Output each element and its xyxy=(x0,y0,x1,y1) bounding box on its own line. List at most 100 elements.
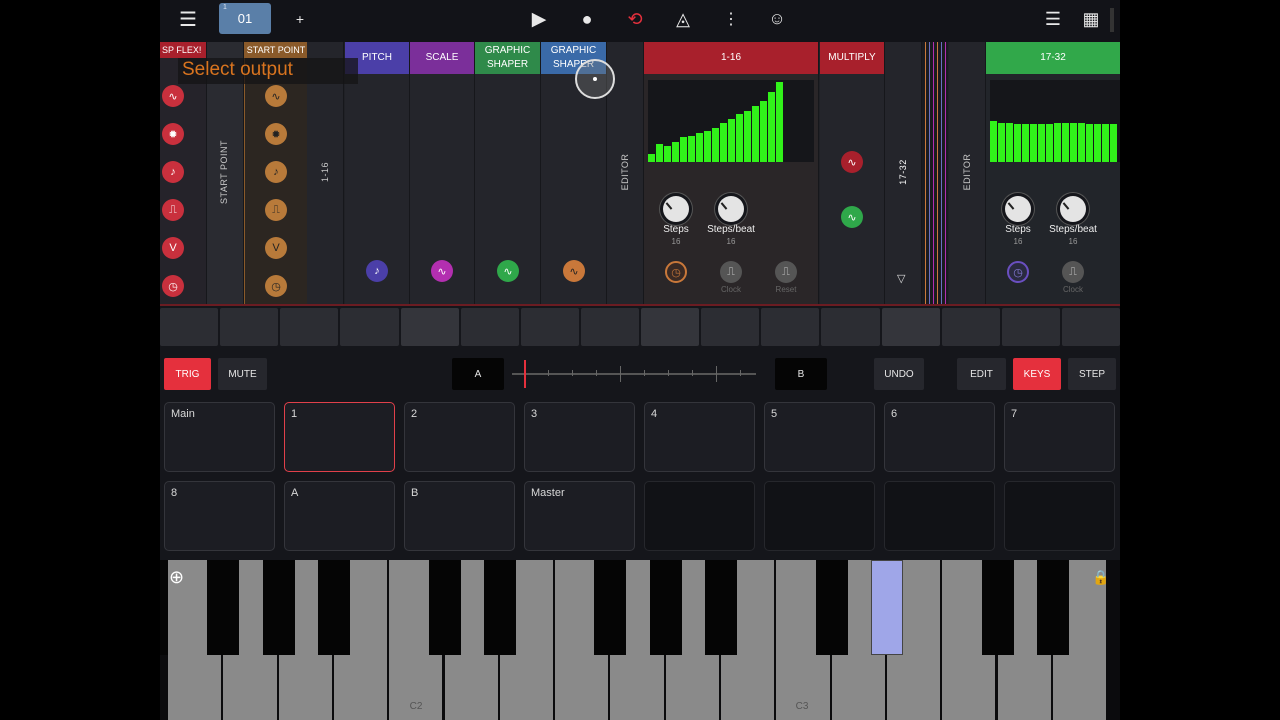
step-bar[interactable] xyxy=(752,106,759,162)
clock-output-icon[interactable]: ◷ xyxy=(265,275,287,297)
record-icon[interactable]: ● xyxy=(574,0,600,38)
black-key[interactable] xyxy=(705,560,737,655)
step-bar[interactable] xyxy=(712,127,719,162)
step-cell[interactable] xyxy=(460,308,519,346)
clock-pulse-icon[interactable]: ⎍ xyxy=(720,261,742,283)
pad-main[interactable]: Main xyxy=(164,402,275,472)
scene-b-button[interactable]: B xyxy=(775,358,827,390)
step-bar[interactable] xyxy=(1046,124,1053,162)
step-bar[interactable] xyxy=(1102,124,1109,162)
crossfader-handle[interactable] xyxy=(524,360,526,388)
step-cell[interactable] xyxy=(280,308,339,346)
step-bar[interactable] xyxy=(680,137,687,162)
black-key[interactable] xyxy=(649,560,682,655)
sine-output-icon[interactable]: ∿ xyxy=(497,260,519,282)
steps-per-beat-knob[interactable] xyxy=(718,196,744,222)
velocity-output-icon[interactable]: V xyxy=(265,237,287,259)
pad-empty[interactable] xyxy=(764,481,875,551)
step-bar[interactable] xyxy=(1086,124,1093,162)
clock-output-icon[interactable]: ◷ xyxy=(162,275,184,297)
black-key[interactable] xyxy=(483,560,516,655)
step-bar[interactable] xyxy=(1062,123,1069,162)
module-multiply[interactable]: MULTIPLY ∿ ∿ xyxy=(820,42,885,304)
step-bar[interactable] xyxy=(990,121,997,162)
black-key[interactable] xyxy=(262,560,295,655)
step-bar[interactable] xyxy=(1022,124,1029,162)
pad-8[interactable]: 8 xyxy=(164,481,275,551)
step-bar[interactable] xyxy=(1014,124,1021,162)
pad-4[interactable]: 4 xyxy=(644,402,755,472)
step-bar[interactable] xyxy=(672,141,679,162)
loop-icon[interactable]: ⟲ xyxy=(622,0,648,38)
steps-knob[interactable] xyxy=(663,196,689,222)
step-bar[interactable] xyxy=(648,153,655,162)
clock-input-icon[interactable]: ◷ xyxy=(665,261,687,283)
black-key[interactable] xyxy=(207,560,240,655)
note-output-icon[interactable]: ♪ xyxy=(265,161,287,183)
module-sequencer-1-16[interactable]: 1-16 Steps 16 Steps/beat 16 ◷ ⎍ Clock ⎍ … xyxy=(644,42,819,304)
black-key[interactable] xyxy=(1036,560,1069,655)
pad-6[interactable]: 6 xyxy=(884,402,995,472)
step-cell[interactable] xyxy=(1001,308,1060,346)
step-cell[interactable] xyxy=(1061,308,1120,346)
step-bar[interactable] xyxy=(1078,123,1085,162)
step-bar[interactable] xyxy=(1110,124,1117,162)
step-bar[interactable] xyxy=(656,143,663,162)
pulse-output-icon[interactable]: ⎍ xyxy=(265,199,287,221)
module-range-strip-2[interactable]: 17-32 ▽ xyxy=(885,42,922,304)
pad-b[interactable]: B xyxy=(404,481,515,551)
sine-output-icon[interactable]: ∿ xyxy=(841,206,863,228)
sine-input-icon[interactable]: ∿ xyxy=(841,151,863,173)
module-scale[interactable]: SCALE ∿ xyxy=(410,42,475,304)
pad-2[interactable]: 2 xyxy=(404,402,515,472)
pad-empty[interactable] xyxy=(644,481,755,551)
step-cell[interactable] xyxy=(580,308,639,346)
step-cell[interactable] xyxy=(641,308,700,346)
pad-1[interactable]: 1 xyxy=(284,402,395,472)
step-cell[interactable] xyxy=(881,308,940,346)
step-value-graph[interactable] xyxy=(990,80,1120,162)
collapse-triangle-icon[interactable]: ▽ xyxy=(897,272,905,285)
step-bar[interactable] xyxy=(1006,123,1013,162)
list-view-icon[interactable]: ☰ xyxy=(1040,0,1066,38)
black-key[interactable] xyxy=(317,560,350,655)
play-icon[interactable]: ▶ xyxy=(526,0,552,38)
step-cell[interactable] xyxy=(821,308,880,346)
clock-pulse-icon[interactable]: ⎍ xyxy=(1062,261,1084,283)
black-key[interactable] xyxy=(981,560,1014,655)
add-keyboard-icon[interactable]: ⊕ xyxy=(169,568,187,586)
note-output-icon[interactable]: ♪ xyxy=(162,161,184,183)
velocity-output-icon[interactable]: V xyxy=(162,237,184,259)
pad-5[interactable]: 5 xyxy=(764,402,875,472)
pulse-output-icon[interactable]: ⎍ xyxy=(162,199,184,221)
steps-knob[interactable] xyxy=(1005,196,1031,222)
clock-input-icon[interactable]: ◷ xyxy=(1007,261,1029,283)
pad-a[interactable]: A xyxy=(284,481,395,551)
step-cell[interactable] xyxy=(941,308,1000,346)
ab-crossfader[interactable] xyxy=(512,358,756,390)
step-button[interactable]: STEP xyxy=(1068,358,1116,390)
reset-pulse-icon[interactable]: ⎍ xyxy=(775,261,797,283)
step-bar[interactable] xyxy=(728,119,735,162)
step-bar[interactable] xyxy=(1054,123,1061,162)
sine-output-icon[interactable]: ∿ xyxy=(162,85,184,107)
more-options-icon[interactable]: ⋮ xyxy=(718,0,744,38)
step-bar[interactable] xyxy=(696,133,703,162)
sine-output-icon[interactable]: ∿ xyxy=(431,260,453,282)
step-bar[interactable] xyxy=(736,114,743,162)
hamburger-menu-icon[interactable]: ☰ xyxy=(174,0,202,38)
module-sequencer-17-32[interactable]: 17-32 Steps 16 Steps/beat 16 ◷ ⎍ Clock xyxy=(986,42,1120,304)
black-key[interactable] xyxy=(594,560,627,655)
scroll-handle[interactable] xyxy=(1110,8,1114,32)
step-cell[interactable] xyxy=(160,308,219,346)
step-cell[interactable] xyxy=(520,308,579,346)
edit-button[interactable]: EDIT xyxy=(957,358,1006,390)
step-bar[interactable] xyxy=(776,81,783,162)
step-bar[interactable] xyxy=(998,122,1005,162)
undo-button[interactable]: UNDO xyxy=(874,358,924,390)
steps-per-beat-knob[interactable] xyxy=(1060,196,1086,222)
face-icon[interactable]: ☺ xyxy=(764,0,790,38)
keys-button[interactable]: KEYS xyxy=(1013,358,1061,390)
blob-output-icon[interactable]: ✹ xyxy=(265,123,287,145)
step-bar[interactable] xyxy=(664,145,671,162)
